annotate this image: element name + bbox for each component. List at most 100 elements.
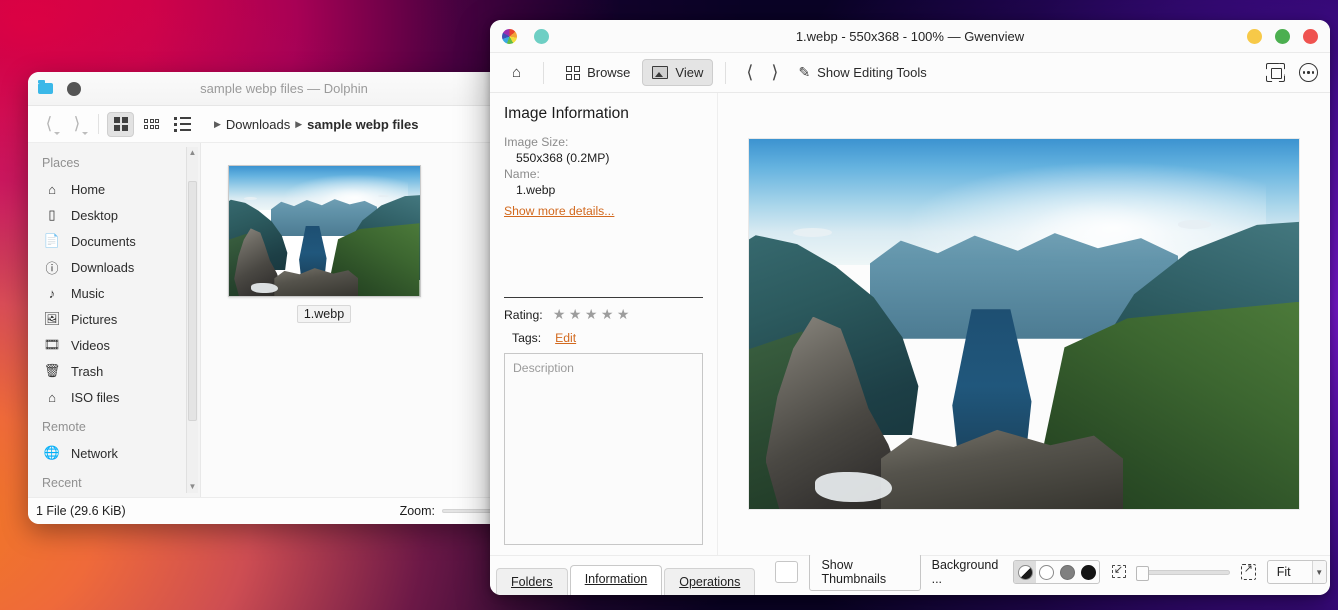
- zoom-slider[interactable]: [1137, 570, 1230, 575]
- zoom-slider-track[interactable]: [1137, 570, 1230, 575]
- zoom-label: Zoom:: [400, 504, 435, 518]
- view-compact-button[interactable]: [138, 112, 165, 137]
- image-size-value: 550x368 (0.2MP): [504, 150, 703, 166]
- tags-row[interactable]: Tags: Edit: [504, 331, 703, 345]
- documents-icon: 📄: [44, 233, 60, 249]
- dolphin-body: Places ⌂ Home ▯ Desktop 📄 Documents ⓘ Do…: [28, 142, 540, 497]
- sidebar-item-downloads[interactable]: ⓘ Downloads: [28, 254, 200, 280]
- trash-icon: 🗑: [44, 363, 60, 379]
- breadcrumb-arrow-icon: ▶: [214, 119, 221, 130]
- file-grid[interactable]: 1.webp: [200, 143, 540, 497]
- breadcrumb-item-downloads[interactable]: Downloads: [226, 117, 290, 132]
- tab-operations[interactable]: Operations: [664, 568, 755, 595]
- gwenview-bottom-bar[interactable]: Folders Information Operations Show Thum…: [490, 555, 1330, 595]
- window-menu-dot[interactable]: [534, 29, 549, 44]
- viewer-controls[interactable]: Show Thumbnails Background ... Fit ▼: [775, 553, 1326, 595]
- background-option-white[interactable]: [1036, 561, 1057, 583]
- show-more-details-link[interactable]: Show more details...: [504, 204, 703, 218]
- gwenview-titlebar[interactable]: 1.webp - 550x368 - 100% — Gwenview: [490, 20, 1330, 53]
- background-option-black[interactable]: [1078, 561, 1099, 583]
- folder-icon: [38, 83, 53, 94]
- back-button[interactable]: ⟨: [36, 112, 62, 136]
- previous-image-button[interactable]: ⟨: [738, 62, 761, 83]
- image-name-key: Name:: [504, 166, 703, 182]
- home-button[interactable]: ⌂: [502, 58, 531, 87]
- fullscreen-icon[interactable]: [1266, 63, 1285, 82]
- dolphin-titlebar[interactable]: sample webp files — Dolphin: [28, 72, 540, 106]
- star-icon[interactable]: ★: [600, 307, 615, 322]
- rating-row[interactable]: Rating: ★ ★ ★ ★ ★: [504, 307, 703, 322]
- breadcrumb-item-current[interactable]: sample webp files: [307, 117, 418, 132]
- circle-icon: [1081, 565, 1096, 580]
- tab-folders[interactable]: Folders: [496, 568, 568, 595]
- image-viewer[interactable]: [718, 93, 1330, 555]
- list-item[interactable]: 1.webp: [219, 165, 429, 323]
- image-size-key: Image Size:: [504, 134, 703, 150]
- zoom-mode-select[interactable]: Fit ▼: [1267, 560, 1327, 584]
- view-button[interactable]: View: [642, 59, 713, 86]
- sidebar-scrollbar[interactable]: ▲ ▼: [186, 147, 198, 493]
- forward-button[interactable]: ⟩: [64, 112, 90, 136]
- show-thumbnails-button[interactable]: Show Thumbnails: [809, 553, 920, 591]
- browse-button[interactable]: Browse: [556, 59, 640, 86]
- gwenview-window[interactable]: 1.webp - 550x368 - 100% — Gwenview ⌂ Bro…: [490, 20, 1330, 595]
- view-icons-button[interactable]: [107, 112, 134, 137]
- scroll-down-icon[interactable]: ▼: [187, 481, 198, 493]
- grid-icon: [566, 66, 580, 80]
- tags-edit-link[interactable]: Edit: [555, 331, 576, 345]
- list-icon: [174, 117, 191, 132]
- more-options-icon[interactable]: [1299, 63, 1318, 82]
- show-editing-tools-button[interactable]: ✎ Show Editing Tools: [788, 58, 936, 87]
- sidebar-item-recent-files[interactable]: 🗋 Recent Files: [28, 496, 200, 497]
- minimize-button[interactable]: [1247, 29, 1262, 44]
- sidebar-item-label: Downloads: [71, 260, 134, 275]
- close-button[interactable]: [1303, 29, 1318, 44]
- window-controls[interactable]: [1247, 29, 1318, 44]
- dolphin-window[interactable]: sample webp files — Dolphin ⟨ ⟩ ▶ Downlo…: [28, 72, 540, 524]
- star-icon[interactable]: ★: [584, 307, 599, 322]
- places-sidebar[interactable]: Places ⌂ Home ▯ Desktop 📄 Documents ⓘ Do…: [28, 143, 200, 497]
- sidebar-item-pictures[interactable]: 🖼 Pictures: [28, 306, 200, 332]
- zoom-out-fit-icon[interactable]: [1111, 565, 1126, 580]
- tab-information[interactable]: Information: [570, 565, 663, 595]
- maximize-button[interactable]: [1275, 29, 1290, 44]
- star-icon[interactable]: ★: [616, 307, 631, 322]
- sidebar-item-home[interactable]: ⌂ Home: [28, 176, 200, 202]
- panel-heading: Image Information: [504, 105, 703, 123]
- background-color-group[interactable]: [1013, 560, 1099, 584]
- toolbar-right-group[interactable]: [1266, 63, 1318, 82]
- tab-label: Information: [585, 572, 648, 586]
- star-icon[interactable]: ★: [568, 307, 583, 322]
- scrollbar-thumb[interactable]: [188, 181, 197, 421]
- sidebar-item-iso-files[interactable]: ⌂ ISO files: [28, 384, 200, 410]
- background-option-gray[interactable]: [1057, 561, 1078, 583]
- zoom-slider-handle[interactable]: [1136, 566, 1149, 581]
- scroll-up-icon[interactable]: ▲: [187, 147, 198, 159]
- dolphin-toolbar[interactable]: ⟨ ⟩ ▶ Downloads ▶ sample webp files: [28, 106, 540, 142]
- description-input[interactable]: Description: [504, 353, 703, 545]
- zoom-in-expand-icon[interactable]: [1241, 564, 1256, 580]
- sidebar-item-documents[interactable]: 📄 Documents: [28, 228, 200, 254]
- sidebar-item-network[interactable]: 🌐 Network: [28, 440, 200, 466]
- sidebar-item-videos[interactable]: 🎞 Videos: [28, 332, 200, 358]
- breadcrumb[interactable]: ▶ Downloads ▶ sample webp files: [214, 117, 418, 132]
- image-information-panel: Image Information Image Size: 550x368 (0…: [490, 93, 718, 555]
- gwenview-toolbar[interactable]: ⌂ Browse View ⟨ ⟩ ✎ Show Editing Tools: [490, 53, 1330, 93]
- rating-stars[interactable]: ★ ★ ★ ★ ★: [552, 307, 631, 322]
- view-details-button[interactable]: [169, 112, 196, 137]
- file-thumbnail[interactable]: [228, 165, 421, 297]
- sidebar-item-desktop[interactable]: ▯ Desktop: [28, 202, 200, 228]
- next-image-button[interactable]: ⟩: [763, 62, 786, 83]
- dolphin-title: sample webp files — Dolphin: [28, 81, 540, 96]
- background-option-checkered[interactable]: [1014, 561, 1035, 583]
- sidebar-item-label: Desktop: [71, 208, 118, 223]
- dolphin-statusbar: 1 File (29.6 KiB) Zoom:: [28, 497, 540, 524]
- home-icon: ⌂: [44, 181, 60, 197]
- sidebar-item-music[interactable]: ♪ Music: [28, 280, 200, 306]
- thumbnails-toggle[interactable]: [775, 561, 798, 583]
- window-menu-dot[interactable]: [67, 82, 81, 96]
- star-icon[interactable]: ★: [552, 307, 567, 322]
- image-1-webp[interactable]: [749, 139, 1299, 509]
- chevron-down-icon[interactable]: ▼: [1312, 561, 1326, 583]
- sidebar-item-trash[interactable]: 🗑 Trash: [28, 358, 200, 384]
